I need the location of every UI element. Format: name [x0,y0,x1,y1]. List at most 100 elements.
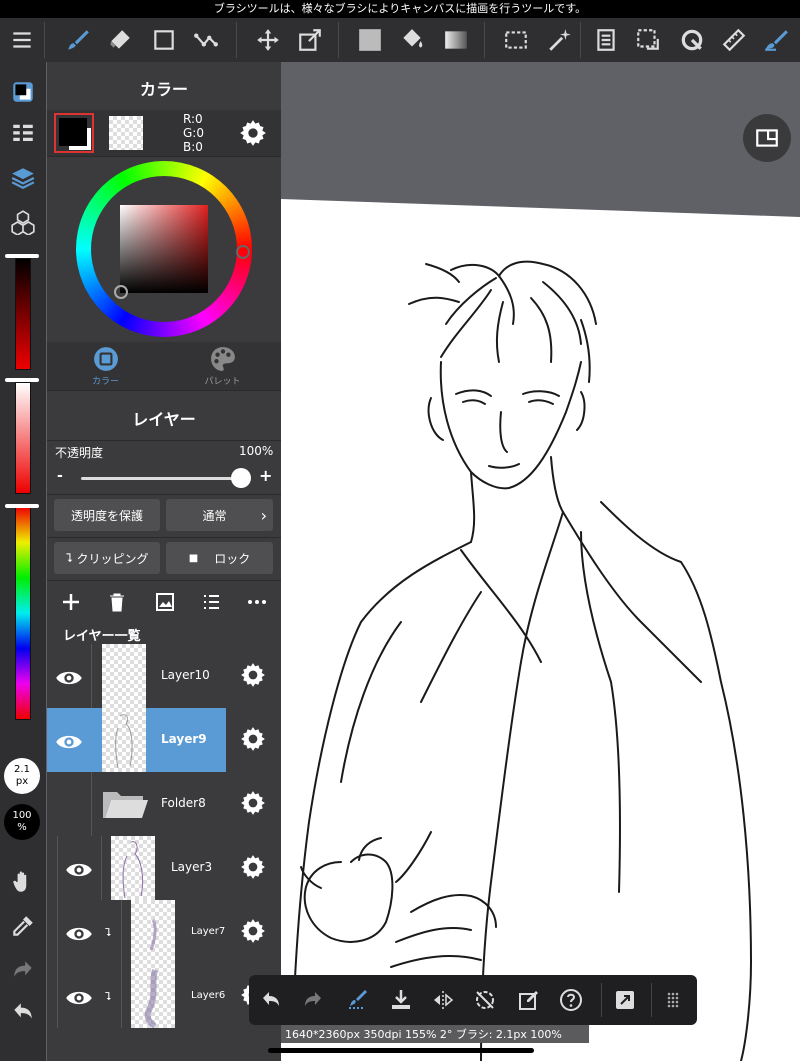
redo-icon[interactable] [297,984,329,1016]
layer-thumbnail [131,964,175,1029]
rgb-g: G:0 [183,126,204,140]
opacity-slider-thumb[interactable] [231,468,251,488]
materials-icon[interactable] [7,206,39,238]
brush-opacity-unit: % [17,822,27,833]
rgb-r: R:0 [183,112,203,126]
flip-horizontal-icon[interactable] [427,984,459,1016]
layer-name: Folder8 [161,796,206,810]
layer-name: Layer10 [161,668,210,682]
more-options-icon[interactable] [245,590,269,614]
layer-settings-gear-icon[interactable] [240,726,266,756]
layer-row-layer3[interactable]: Layer3 [47,836,281,900]
brush-opacity-button[interactable]: 100 % [4,804,40,840]
lock-button[interactable]: ■ ロック [166,542,273,574]
layer-name: Layer9 [161,732,207,746]
gradation-tool-icon[interactable] [440,24,472,56]
brush-size-unit: px [15,776,29,787]
view-mode-button[interactable] [743,114,791,162]
eraser-tool-icon[interactable] [104,24,136,56]
foreground-color-swatch[interactable] [54,113,94,153]
color-settings-gear-icon[interactable] [239,119,267,147]
eye-icon[interactable] [65,920,93,952]
redo-icon[interactable] [7,954,39,986]
protect-alpha-button[interactable]: 透明度を保護 [54,499,160,531]
eye-icon[interactable] [55,728,83,760]
lock-icon: ■ [188,552,199,564]
snap-icon[interactable] [676,24,708,56]
help-icon[interactable] [555,984,587,1016]
layer-name: Layer6 [191,990,226,1001]
sv-picker-handle[interactable] [114,285,128,299]
opacity-slider[interactable] [81,477,241,480]
chevron-right-icon: › [260,505,267,525]
layer-list-icon[interactable] [199,590,223,614]
tab-palette[interactable]: パレット [164,342,281,390]
magic-wand-icon[interactable] [544,24,576,56]
lock-label: ロック [214,551,251,566]
select-tool-icon[interactable] [500,24,532,56]
layer-settings-gear-icon[interactable] [240,790,266,820]
move-tool-icon[interactable] [252,24,284,56]
layer-row-layer6[interactable]: ⮧ Layer6 [47,964,281,1029]
left-sidebar: 2.1 px 100 % [0,62,46,1061]
clipping-label: クリッピング [76,551,149,566]
color-panel-toggle-icon[interactable] [7,76,39,108]
opacity-label: 不透明度 [55,446,104,460]
layer-row-folder8[interactable]: Folder8 [47,772,281,836]
blend-mode-select[interactable]: 通常 › [166,499,273,531]
layer-row-layer7[interactable]: ⮧ Layer7 [47,900,281,964]
opacity-increase-button[interactable]: + [259,466,272,485]
delete-layer-icon[interactable] [105,590,129,614]
canvas-status: 1640*2360px 350dpi 155% 2° ブラシ: 2.1px 10… [281,1025,589,1043]
opacity-decrease-button[interactable]: - [57,468,63,484]
layer-row-layer9[interactable]: Layer9 [47,708,281,772]
drag-handle-icon[interactable] [657,984,689,1016]
rgb-readout: R:0 G:0 B:0 [183,112,204,154]
edit-canvas-icon[interactable] [513,984,545,1016]
eyedropper-icon[interactable] [7,910,39,942]
brush-opacity-value: 100 [12,810,32,821]
brush-size-button[interactable]: 2.1 px [4,758,40,794]
layer-settings-gear-icon[interactable] [240,918,266,948]
stabilizer-brush-icon[interactable] [341,984,373,1016]
side-panel: カラー R:0 G:0 B:0 カラー パレット レイヤー 不透明度 100% … [47,62,281,1061]
layer-thumbnail [102,644,146,708]
brush-settings-icon[interactable] [760,24,792,56]
layer-settings-gear-icon[interactable] [240,854,266,884]
eye-icon[interactable] [55,664,83,696]
eye-icon[interactable] [65,984,93,1016]
fullscreen-icon[interactable] [609,984,641,1016]
drawing-canvas[interactable] [281,62,800,1061]
import-icon[interactable] [385,984,417,1016]
layer-menu-icon[interactable] [590,24,622,56]
brush-tool-icon[interactable] [62,24,94,56]
fill-color-icon[interactable] [354,24,386,56]
hand-tool-icon[interactable] [7,866,39,898]
bottom-toolbar [249,975,697,1025]
hue-picker-handle[interactable] [236,245,250,259]
eye-icon[interactable] [65,856,93,888]
layer-settings-gear-icon[interactable] [240,662,266,692]
ruler-icon[interactable] [718,24,750,56]
saturation-value-square[interactable] [120,205,208,293]
layers-icon[interactable] [7,162,39,194]
curve-tool-icon[interactable] [190,24,222,56]
shape-tool-icon[interactable] [148,24,180,56]
undo-icon[interactable] [7,996,39,1028]
brush-list-icon[interactable] [7,118,39,150]
transparent-color-swatch[interactable] [109,116,143,150]
layer-image-icon[interactable] [153,590,177,614]
layer-row-layer10[interactable]: Layer10 [47,644,281,708]
menu-icon[interactable] [6,24,38,56]
select-menu-icon[interactable] [632,24,664,56]
add-layer-icon[interactable] [59,590,83,614]
reset-rotation-icon[interactable] [469,984,501,1016]
bucket-tool-icon[interactable] [396,24,428,56]
folder-icon [101,788,149,824]
layer-name: Layer3 [171,860,213,874]
clipping-button[interactable]: ⮧ クリッピング [54,542,160,574]
line-art-drawing [281,62,800,1061]
transform-tool-icon[interactable] [294,24,326,56]
undo-icon[interactable] [255,984,287,1016]
tab-color[interactable]: カラー [47,342,164,390]
